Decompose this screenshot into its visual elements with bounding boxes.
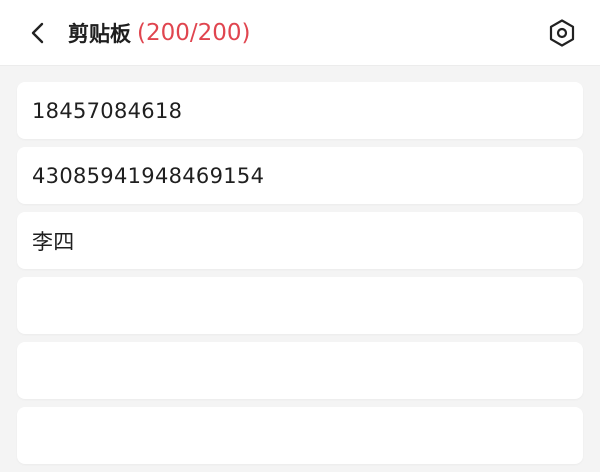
clipboard-item-text: 李四 — [32, 229, 75, 254]
item-count-badge: (200/200) — [137, 20, 251, 46]
clipboard-item[interactable]: 43085941948469154 — [17, 147, 583, 204]
page-title-group: 剪贴板 (200/200) — [68, 17, 251, 49]
clipboard-list: 18457084618 43085941948469154 李四 — [17, 82, 583, 472]
clipboard-item[interactable] — [17, 342, 583, 399]
clipboard-item-text: 18457084618 — [32, 98, 183, 123]
clipboard-item-text: 43085941948469154 — [32, 163, 265, 188]
clipboard-item[interactable]: 李四 — [17, 212, 583, 269]
clipboard-item[interactable] — [17, 407, 583, 464]
chevron-left-icon — [31, 22, 44, 44]
clipboard-item[interactable] — [17, 277, 583, 334]
settings-button[interactable] — [543, 17, 581, 49]
top-bar: 剪贴板 (200/200) — [0, 0, 600, 66]
clipboard-item[interactable]: 18457084618 — [17, 82, 583, 139]
page-title: 剪贴板 — [68, 22, 131, 46]
back-button[interactable] — [22, 17, 54, 49]
hexagon-settings-icon — [549, 19, 575, 47]
